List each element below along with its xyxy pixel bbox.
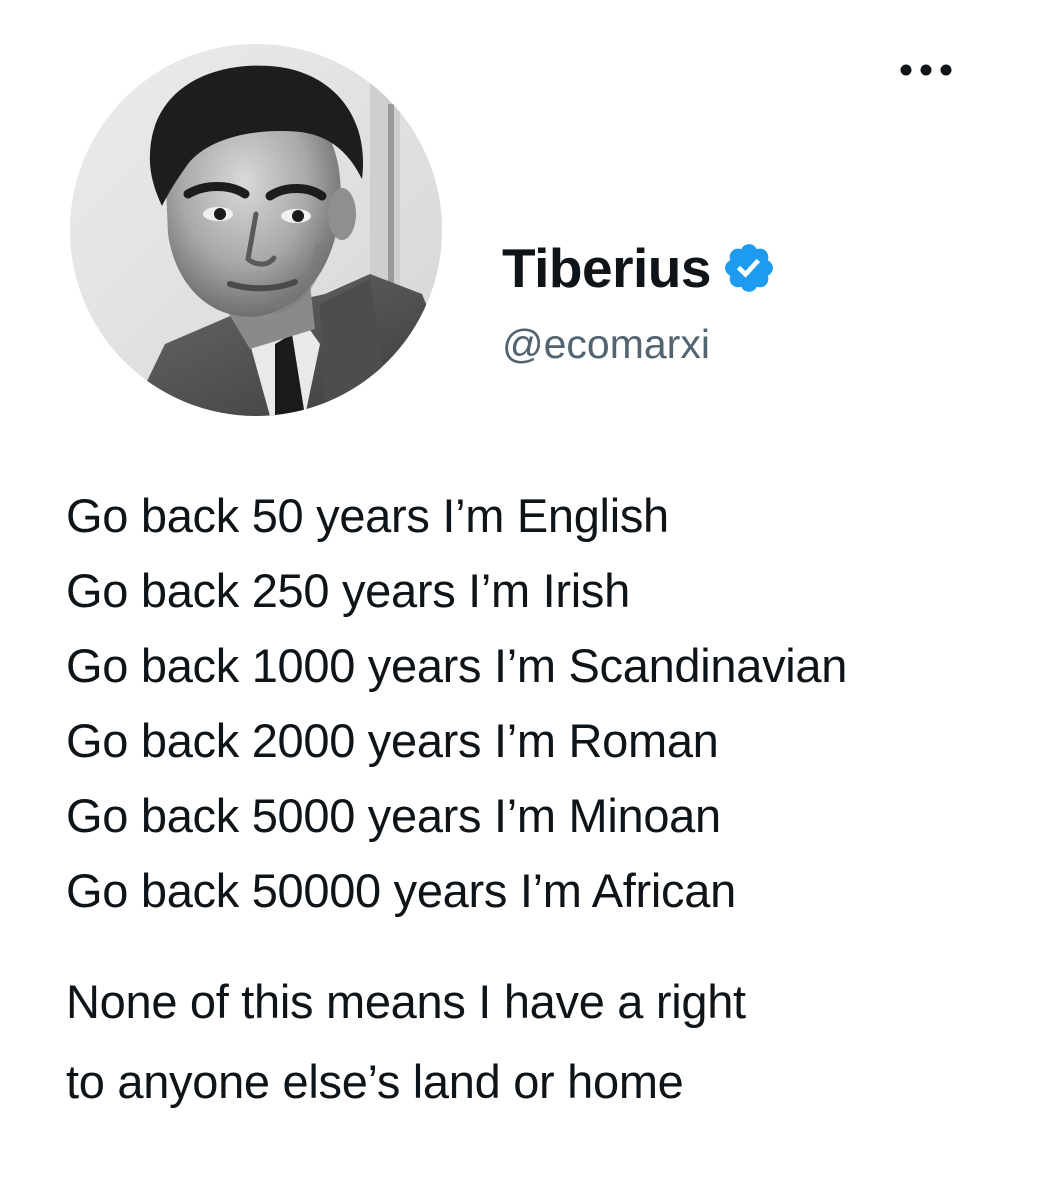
more-options-button[interactable] — [890, 52, 962, 88]
author-name-row: Tiberius — [502, 232, 779, 304]
verified-badge[interactable] — [721, 239, 779, 297]
tweet-closing-line: to anyone else’s land or home — [66, 1055, 684, 1108]
avatar[interactable] — [70, 44, 442, 416]
profile-photo — [70, 44, 442, 416]
tweet-line: Go back 250 years I’m Irish — [66, 564, 630, 617]
tweet-line: Go back 50 years I’m English — [66, 489, 669, 542]
verified-badge-icon — [725, 244, 773, 292]
display-name[interactable]: Tiberius — [502, 240, 711, 296]
tweet-line: Go back 5000 years I’m Minoan — [66, 789, 721, 842]
tweet-text: Go back 50 years I’m English Go back 250… — [66, 478, 1036, 1122]
tweet-line: Go back 50000 years I’m African — [66, 864, 736, 917]
more-horizontal-icon — [900, 64, 952, 76]
tweet-closing-line: None of this means I have a right — [66, 975, 746, 1028]
user-handle[interactable]: @ecomarxi — [502, 320, 710, 369]
tweet-card: Tiberius @ecomarxi Go back 50 years I’m … — [0, 0, 1049, 1200]
tweet-line: Go back 2000 years I’m Roman — [66, 714, 719, 767]
tweet-line: Go back 1000 years I’m Scandinavian — [66, 639, 848, 692]
